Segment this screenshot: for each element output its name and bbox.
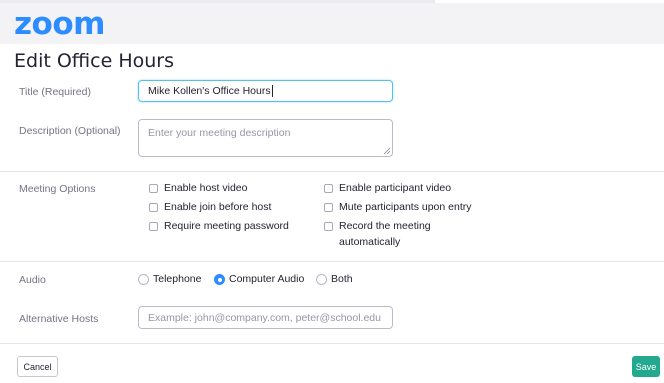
alternative-hosts-placeholder: Example: john@company.com, peter@school.… [148,311,381,324]
divider [0,261,664,262]
description-textarea[interactable]: Enter your meeting description [138,119,393,157]
computer-audio-radio[interactable] [214,274,225,285]
enable-host-video-label[interactable]: Enable host video [164,182,247,194]
join-before-host-label[interactable]: Enable join before host [164,201,271,213]
title-input-value: Mike Kollen's Office Hours [148,85,271,97]
meeting-options-label: Meeting Options [19,183,96,195]
mute-upon-entry-checkbox[interactable] [324,203,333,212]
divider [0,343,664,344]
description-label: Description (Optional) [19,125,121,137]
alternative-hosts-input[interactable]: Example: john@company.com, peter@school.… [138,306,393,329]
both-label[interactable]: Both [331,273,353,285]
require-password-checkbox[interactable] [149,222,158,231]
enable-participant-video-label[interactable]: Enable participant video [339,182,451,194]
title-input[interactable]: Mike Kollen's Office Hours [138,80,393,102]
telephone-label[interactable]: Telephone [153,273,201,285]
alternative-hosts-label: Alternative Hosts [19,313,99,325]
page-title: Edit Office Hours [14,50,174,72]
audio-label: Audio [19,274,46,286]
header-bar: zoom [0,3,664,44]
computer-audio-label[interactable]: Computer Audio [229,273,304,285]
description-placeholder: Enter your meeting description [148,127,291,139]
save-button[interactable]: Save [632,356,660,377]
text-caret [271,85,273,97]
enable-host-video-checkbox[interactable] [149,184,158,193]
telephone-radio[interactable] [138,274,149,285]
record-meeting-label-line2[interactable]: automatically [339,236,400,248]
record-meeting-label[interactable]: Record the meeting [339,220,431,232]
require-password-label[interactable]: Require meeting password [164,220,289,232]
title-label: Title (Required) [19,86,91,98]
zoom-logo[interactable]: zoom [14,7,105,41]
record-meeting-checkbox[interactable] [324,222,333,231]
resize-handle-icon[interactable] [383,147,390,154]
divider [0,171,664,172]
enable-participant-video-checkbox[interactable] [324,184,333,193]
both-radio[interactable] [316,274,327,285]
join-before-host-checkbox[interactable] [149,203,158,212]
cancel-button[interactable]: Cancel [17,356,58,377]
mute-upon-entry-label[interactable]: Mute participants upon entry [339,201,472,213]
